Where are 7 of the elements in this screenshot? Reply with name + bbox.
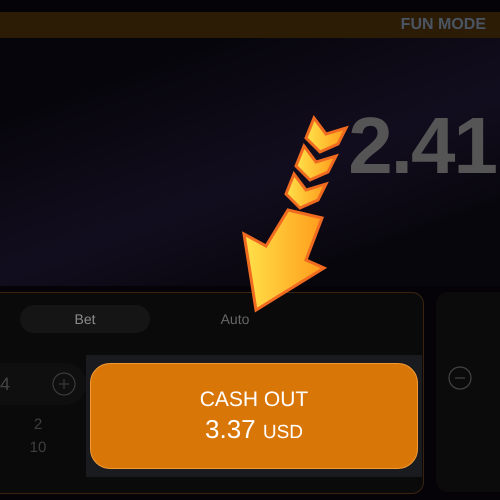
plus-icon[interactable] (52, 372, 76, 396)
bet-mode-tab[interactable]: Bet (20, 305, 150, 333)
cash-out-button[interactable]: CASH OUT 3.37 USD (90, 363, 418, 469)
minus-icon[interactable] (448, 366, 472, 390)
bet-mode-tab[interactable]: Auto (170, 305, 300, 333)
mode-label: FUN MODE (400, 16, 486, 34)
multiplier-value: 2.41 (348, 106, 496, 186)
